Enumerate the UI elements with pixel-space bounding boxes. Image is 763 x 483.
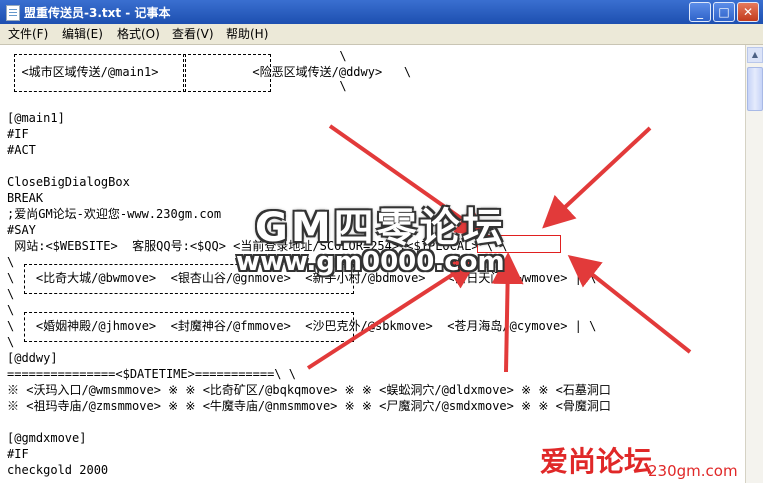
- scroll-up-icon[interactable]: ▲: [747, 47, 763, 63]
- text-line: \: [7, 287, 15, 301]
- close-button[interactable]: ✕: [737, 2, 759, 22]
- menu-edit[interactable]: 编辑(E): [62, 26, 103, 42]
- dashed-frame: [24, 312, 354, 342]
- text-line: \: [7, 303, 15, 317]
- watermark-url: www.gm0000.com: [236, 247, 505, 277]
- minimize-button[interactable]: _: [689, 2, 711, 22]
- menu-bar: 文件(F) 编辑(E) 格式(O) 查看(V) 帮助(H): [0, 24, 763, 45]
- text-line: [@ddwy]: [7, 351, 58, 365]
- watermark-brand: 爱尚论坛: [540, 445, 653, 478]
- text-line: #SAY: [7, 223, 36, 237]
- text-line: ;爱尚GM论坛-欢迎您-www.230gm.com: [7, 207, 222, 221]
- maximize-button[interactable]: □: [713, 2, 735, 22]
- text-line: [@gmdxmove]: [7, 431, 87, 445]
- text-line: checkgold 2000: [7, 463, 109, 477]
- text-line: \: [7, 255, 15, 269]
- text-line: #IF: [7, 447, 29, 461]
- text-line: [@main1]: [7, 111, 65, 125]
- watermark-brand-url: 230gm.com: [648, 462, 738, 480]
- text-line: ===============<$DATETIME>===========\ \: [7, 367, 296, 381]
- menu-view[interactable]: 查看(V): [172, 26, 214, 42]
- menu-file[interactable]: 文件(F): [8, 26, 48, 42]
- vertical-scrollbar[interactable]: ▲: [745, 45, 763, 483]
- text-line: #IF: [7, 127, 29, 141]
- title-bar[interactable]: 盟重传送员-3.txt - 记事本 _ □ ✕: [0, 0, 763, 24]
- text-line: ※ <祖玛寺庙/@zmsmmove> ※ ※ <牛魔寺庙/@nmsmmove> …: [7, 399, 611, 413]
- text-line: CloseBigDialogBox: [7, 175, 130, 189]
- menu-help[interactable]: 帮助(H): [226, 26, 268, 42]
- text-line: \: [7, 335, 15, 349]
- text-line: BREAK: [7, 191, 44, 205]
- dashed-frame: [183, 54, 271, 92]
- text-line: #ACT: [7, 143, 36, 157]
- notepad-icon: [6, 5, 20, 21]
- menu-format[interactable]: 格式(O): [117, 26, 160, 42]
- dashed-frame: [14, 54, 186, 92]
- window-title: 盟重传送员-3.txt - 记事本: [24, 6, 171, 20]
- watermark-gm: GM四零论坛: [255, 205, 506, 251]
- scroll-thumb[interactable]: [747, 67, 763, 111]
- text-line: ※ <沃玛入口/@wmsmmove> ※ ※ <比奇矿区/@bqkqmove> …: [7, 383, 611, 397]
